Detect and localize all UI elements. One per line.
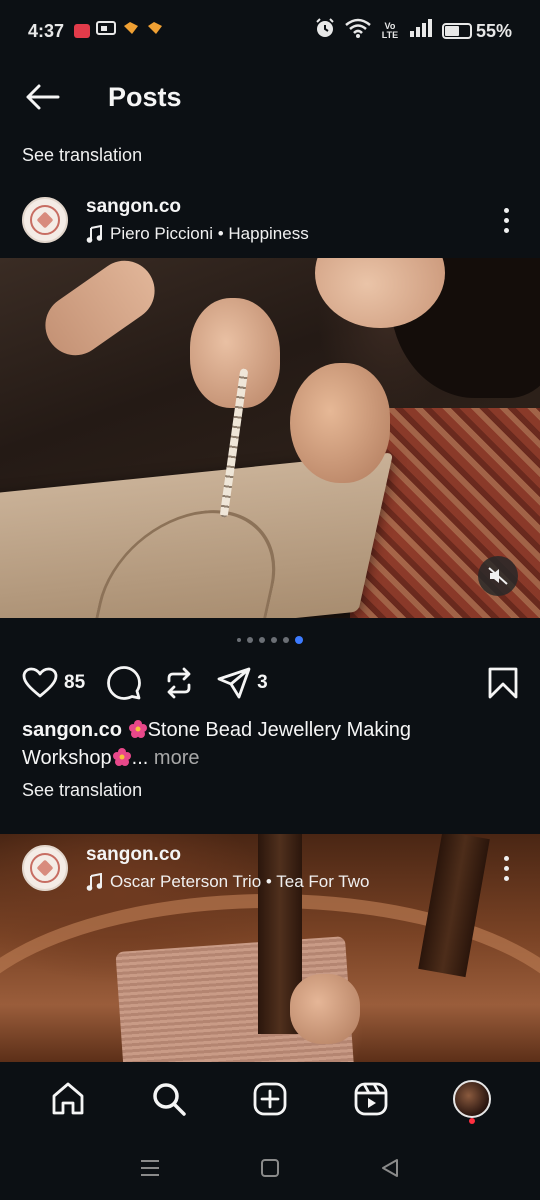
battery: 55% — [441, 20, 512, 42]
music-info[interactable]: Piero Piccioni • Happiness — [86, 224, 309, 244]
back-system-button[interactable] — [370, 1148, 410, 1188]
menu-lines-icon — [141, 1160, 159, 1176]
notification-icons — [74, 20, 164, 42]
wifi-icon — [345, 18, 371, 44]
status-bar: 4:37 Vo LTE 55% — [0, 0, 540, 62]
carousel-dot-active — [295, 636, 303, 644]
see-translation-link[interactable]: See translation — [22, 145, 142, 166]
volte-label: Vo LTE — [381, 21, 399, 40]
carousel-dot — [283, 637, 289, 643]
repost-icon — [167, 667, 191, 699]
hibiscus-emoji-icon — [128, 720, 147, 738]
back-button[interactable] — [20, 75, 64, 119]
carousel-indicator — [0, 636, 540, 644]
offer-icon — [122, 20, 140, 42]
caption-text-1: Stone Bead Jewellery Making — [147, 719, 412, 741]
music-note-icon — [86, 225, 102, 243]
more-dots-icon — [503, 855, 509, 861]
comment-icon — [107, 666, 142, 700]
recent-apps-button[interactable] — [130, 1148, 170, 1188]
post-header: sangon.co Oscar Peterson Trio • Tea For … — [0, 834, 540, 902]
carousel-dot — [237, 638, 241, 642]
carousel-dot — [271, 637, 277, 643]
post-meta: sangon.co Piero Piccioni • Happiness — [86, 196, 309, 244]
battery-percent: 55% — [475, 20, 512, 41]
music-track: Oscar Peterson Trio • Tea For Two — [110, 872, 370, 891]
app-header: Posts — [0, 62, 540, 132]
square-icon — [261, 1159, 279, 1177]
like-button[interactable]: 85 — [22, 667, 85, 699]
back-arrow-icon — [26, 84, 60, 110]
status-right: Vo LTE 55% — [314, 17, 512, 45]
post-header: sangon.co Piero Piccioni • Happiness — [0, 186, 540, 254]
post-meta: sangon.co Oscar Peterson Trio • Tea For … — [86, 844, 369, 892]
add-post-icon — [253, 1082, 287, 1116]
carousel-dot — [259, 637, 265, 643]
music-note-icon — [86, 873, 102, 891]
triangle-back-icon — [382, 1159, 398, 1177]
more-options-button[interactable] — [494, 200, 518, 240]
home-icon — [52, 1082, 84, 1115]
like-count: 85 — [64, 672, 86, 693]
more-dots-icon — [503, 207, 509, 213]
avatar[interactable] — [22, 197, 68, 243]
carousel-dot — [247, 637, 253, 643]
post-username[interactable]: sangon.co — [86, 844, 369, 866]
post-caption: sangon.co Stone Bead Jewellery Making Wo… — [22, 716, 512, 772]
send-icon — [217, 667, 251, 699]
profile-avatar — [452, 1080, 491, 1118]
alarm-icon — [314, 17, 336, 45]
mute-button[interactable] — [478, 556, 518, 596]
home-system-button[interactable] — [250, 1148, 290, 1188]
share-button[interactable]: 3 — [217, 667, 268, 699]
share-count: 3 — [257, 672, 268, 693]
hibiscus-emoji-icon — [112, 748, 131, 766]
heart-icon — [22, 667, 58, 698]
post-actions: 85 3 — [0, 660, 540, 706]
see-translation-link[interactable]: See translation — [22, 780, 142, 801]
comment-button[interactable] — [107, 666, 142, 700]
nav-profile[interactable] — [447, 1074, 497, 1124]
repost-button[interactable] — [163, 667, 195, 699]
battery-icon — [441, 23, 472, 39]
status-left: 4:37 — [28, 20, 164, 42]
calendar-icon — [74, 24, 91, 38]
caption-text-2: Workshop — [22, 747, 112, 769]
battery-fill — [444, 26, 459, 36]
bookmark-icon — [488, 667, 518, 699]
nav-create[interactable] — [245, 1074, 295, 1124]
more-options-button[interactable] — [494, 848, 518, 888]
reels-icon — [354, 1082, 388, 1116]
system-navigation — [0, 1136, 540, 1200]
avatar[interactable] — [22, 845, 68, 891]
muted-speaker-icon — [488, 567, 508, 585]
avatar-logo-icon — [30, 853, 60, 883]
offer-icon — [146, 20, 164, 42]
caption-more-link[interactable]: more — [154, 747, 200, 769]
caption-username[interactable]: sangon.co — [22, 719, 122, 741]
avatar-logo-icon — [30, 205, 60, 235]
post-media[interactable] — [0, 258, 540, 618]
post-username[interactable]: sangon.co — [86, 196, 309, 218]
nav-home[interactable] — [43, 1074, 93, 1124]
bottom-navigation — [0, 1062, 540, 1136]
sim-icon — [96, 20, 117, 42]
nav-search[interactable] — [144, 1074, 194, 1124]
save-button[interactable] — [488, 667, 518, 699]
caption-ellipsis: ... — [131, 747, 149, 769]
status-time: 4:37 — [28, 20, 65, 41]
search-icon — [153, 1083, 186, 1116]
nav-reels[interactable] — [346, 1074, 396, 1124]
notification-dot — [468, 1118, 475, 1124]
page-title: Posts — [108, 81, 182, 112]
music-track: Piero Piccioni • Happiness — [110, 224, 309, 243]
signal-icon — [409, 18, 433, 44]
music-info[interactable]: Oscar Peterson Trio • Tea For Two — [86, 872, 369, 892]
